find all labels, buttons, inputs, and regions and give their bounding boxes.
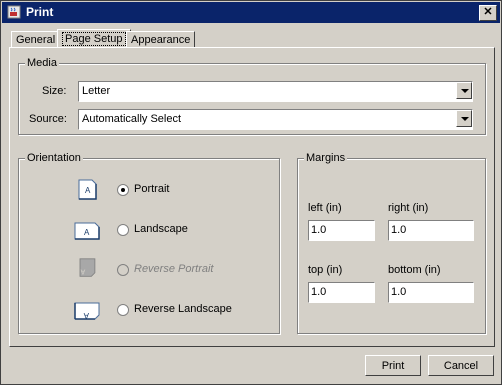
tab-general[interactable]: General	[11, 31, 61, 48]
reverse-portrait-label: Reverse Portrait	[134, 263, 214, 275]
svg-text:A: A	[84, 228, 90, 237]
close-icon: ✕	[483, 6, 493, 18]
tab-appearance[interactable]: Appearance	[126, 31, 196, 48]
right-margin-field[interactable]: 1.0	[388, 220, 474, 241]
left-margin-label: left (in)	[308, 202, 342, 214]
print-dialog: Print ✕ General Page Setup Appearance Me…	[0, 0, 502, 385]
bottom-margin-label: bottom (in)	[388, 264, 441, 276]
size-value: Letter	[82, 85, 111, 97]
title-bar[interactable]: Print ✕	[2, 2, 500, 23]
reverse-landscape-page-icon: A	[74, 302, 100, 320]
margins-group: Margins left (in) 1.0 right (in) 1.0 top…	[297, 152, 486, 334]
size-dropdown-button[interactable]	[456, 82, 472, 99]
top-margin-field[interactable]: 1.0	[308, 282, 375, 303]
close-button[interactable]: ✕	[479, 5, 497, 21]
left-margin-value: 1.0	[311, 224, 327, 236]
java-cup-icon	[7, 5, 21, 19]
left-margin-field[interactable]: 1.0	[308, 220, 375, 241]
cancel-button-label: Cancel	[443, 360, 479, 372]
reverse-portrait-page-icon: A	[79, 258, 96, 277]
tab-general-label: General	[16, 34, 56, 46]
margins-legend: Margins	[304, 152, 348, 164]
orientation-group: Orientation A Portrait A Landscape A Rev…	[18, 152, 280, 334]
size-label: Size:	[42, 85, 67, 97]
right-margin-value: 1.0	[391, 224, 407, 236]
landscape-radio[interactable]	[117, 224, 129, 236]
svg-text:A: A	[83, 311, 89, 320]
tab-page-setup[interactable]: Page Setup	[57, 29, 131, 48]
window-title: Print	[26, 5, 54, 19]
cancel-button[interactable]: Cancel	[428, 355, 494, 376]
print-button[interactable]: Print	[365, 355, 421, 376]
source-value: Automatically Select	[82, 113, 182, 125]
reverse-portrait-radio	[117, 264, 129, 276]
bottom-margin-field[interactable]: 1.0	[388, 282, 474, 303]
portrait-page-icon: A	[78, 179, 97, 200]
top-margin-value: 1.0	[311, 286, 327, 298]
source-select[interactable]: Automatically Select	[78, 109, 473, 130]
portrait-label[interactable]: Portrait	[134, 183, 169, 195]
chevron-down-icon	[461, 89, 469, 93]
reverse-landscape-label[interactable]: Reverse Landscape	[134, 303, 232, 315]
reverse-landscape-radio[interactable]	[117, 304, 129, 316]
landscape-page-icon: A	[74, 222, 100, 240]
source-dropdown-button[interactable]	[456, 110, 472, 127]
tab-appearance-label: Appearance	[131, 34, 191, 46]
orientation-legend: Orientation	[25, 152, 83, 164]
page-setup-panel: Media Size: Letter Source: Automatically…	[9, 47, 495, 347]
print-button-label: Print	[381, 360, 405, 372]
top-margin-label: top (in)	[308, 264, 343, 276]
svg-text:A: A	[85, 186, 91, 195]
media-legend: Media	[25, 57, 59, 69]
source-label: Source:	[29, 113, 67, 125]
right-margin-label: right (in)	[388, 202, 429, 214]
bottom-margin-value: 1.0	[391, 286, 407, 298]
media-group: Media Size: Letter Source: Automatically…	[18, 57, 486, 135]
chevron-down-icon	[461, 117, 469, 121]
svg-text:A: A	[80, 267, 85, 274]
size-select[interactable]: Letter	[78, 81, 473, 102]
portrait-radio[interactable]	[117, 184, 129, 196]
landscape-label[interactable]: Landscape	[134, 223, 188, 235]
tab-page-setup-label: Page Setup	[62, 32, 126, 46]
